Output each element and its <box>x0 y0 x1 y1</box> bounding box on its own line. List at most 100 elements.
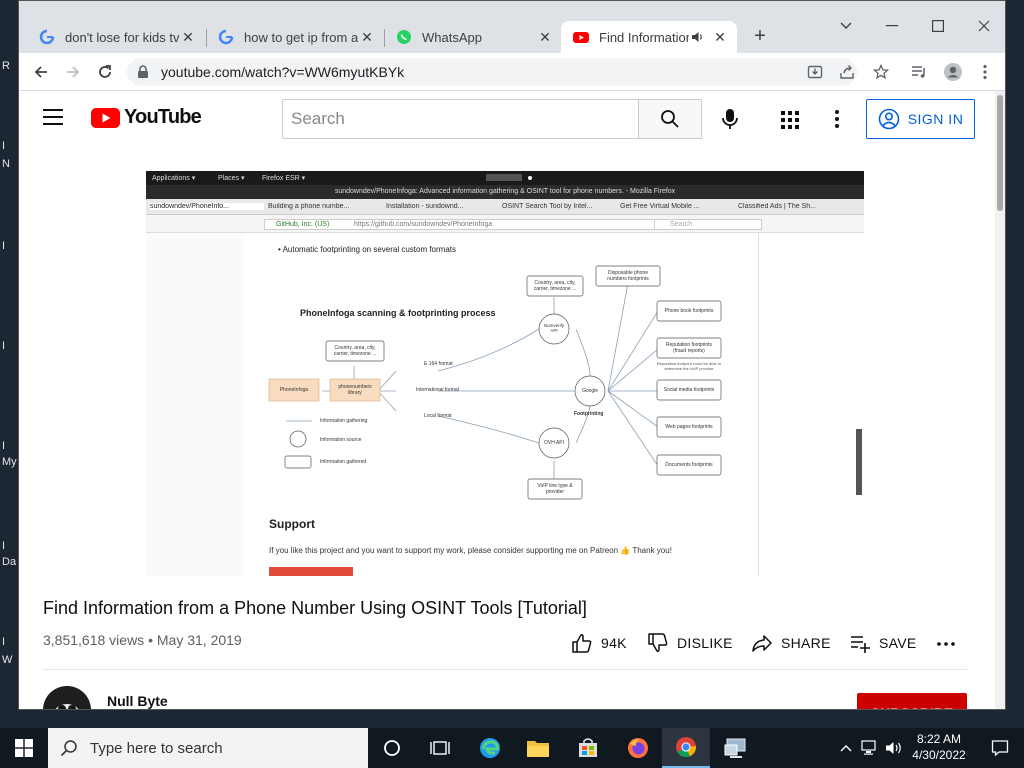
desktop-icon-label[interactable]: I <box>2 340 5 352</box>
desktop-icon-label[interactable]: W <box>2 654 12 666</box>
media-control-icon[interactable] <box>907 60 931 84</box>
meta-separator: • <box>148 632 153 648</box>
reload-button[interactable] <box>93 60 117 84</box>
back-button[interactable] <box>29 60 53 84</box>
maximize-button[interactable] <box>925 13 951 39</box>
tab-search-chevron-icon[interactable] <box>833 13 859 39</box>
hamburger-menu-icon[interactable] <box>43 109 65 130</box>
desktop-icon-label[interactable]: My <box>2 456 17 468</box>
desktop-icon-label[interactable]: I <box>2 540 5 552</box>
network-button[interactable] <box>858 728 882 768</box>
tab-find-information[interactable]: Find Information ✕ <box>561 21 737 53</box>
taskbar-file-explorer[interactable] <box>514 728 562 768</box>
page-scrollbar[interactable] <box>995 91 1005 709</box>
install-app-icon[interactable] <box>807 64 823 85</box>
youtube-icon <box>573 29 589 45</box>
video-node-google: Google <box>581 388 599 394</box>
firefox-icon <box>628 738 648 758</box>
desktop-icon-label[interactable]: I <box>2 140 5 152</box>
channel-avatar[interactable] <box>43 686 91 709</box>
bookmark-star-icon[interactable] <box>869 60 893 84</box>
video-node-numverify: Numverify API <box>543 323 565 333</box>
video-label-intl: International format <box>416 387 460 393</box>
share-button[interactable]: SHARE <box>751 632 831 654</box>
thumbs-up-icon <box>572 634 592 653</box>
tab-how-to-get-ip[interactable]: how to get ip from an ✕ <box>206 21 384 53</box>
taskbar-chrome[interactable] <box>662 728 710 768</box>
task-view-button[interactable] <box>416 728 464 768</box>
share-icon[interactable] <box>839 64 855 85</box>
taskbar-search-box[interactable]: Type here to search <box>48 728 368 768</box>
search-button[interactable] <box>638 99 702 139</box>
desktop-icon-label[interactable]: I <box>2 636 5 648</box>
video-node-country-top: Country, area, city, carrier, timezone .… <box>533 280 577 292</box>
subscribe-button[interactable]: SUBSCRIBE <box>857 693 967 709</box>
profile-avatar-icon[interactable] <box>941 60 965 84</box>
desktop-icon-label[interactable]: N <box>2 158 10 170</box>
new-tab-button[interactable]: + <box>747 23 773 49</box>
phoneinfoga-diagram <box>268 265 722 500</box>
search-icon <box>60 740 77 757</box>
close-tab-icon[interactable]: ✕ <box>358 28 376 46</box>
lock-icon[interactable] <box>137 65 149 84</box>
more-actions-button[interactable] <box>937 632 955 654</box>
youtube-logo[interactable]: YouTube <box>91 106 202 129</box>
close-tab-icon[interactable]: ✕ <box>179 28 197 46</box>
volume-button[interactable] <box>882 728 906 768</box>
chevron-up-icon <box>840 745 852 752</box>
speaker-icon[interactable] <box>689 28 707 46</box>
search-input[interactable] <box>282 99 639 139</box>
sign-in-label: SIGN IN <box>907 111 964 127</box>
dislike-button[interactable]: DISLIKE <box>647 632 733 654</box>
video-meta: 3,851,618 views • May 31, 2019 <box>43 632 242 648</box>
youtube-page: YouTube SIGN IN Applications ▾ Places ▾ … <box>19 91 997 709</box>
store-bag-icon <box>579 738 597 757</box>
close-tab-icon[interactable]: ✕ <box>536 28 554 46</box>
apps-grid-icon[interactable] <box>781 111 799 134</box>
video-legend-item: Information gathering <box>320 418 368 424</box>
video-diagram-title: PhoneInfoga scanning & footprinting proc… <box>300 308 496 318</box>
taskbar-firefox[interactable] <box>614 728 662 768</box>
minimize-button[interactable] <box>879 13 905 39</box>
desktop-icon-label[interactable]: Da <box>2 556 16 568</box>
tab-strip: don't lose for kids tv ✕ how to get ip f… <box>19 1 1005 53</box>
close-tab-icon[interactable]: ✕ <box>711 28 729 46</box>
tab-whatsapp[interactable]: WhatsApp ✕ <box>384 21 562 53</box>
microphone-icon <box>722 109 738 129</box>
video-label-footprinting: Footprinting <box>574 411 604 417</box>
video-player[interactable]: Applications ▾ Places ▾ Firefox ESR ▾ su… <box>146 171 864 576</box>
dislike-label: DISLIKE <box>677 635 733 651</box>
more-horizontal-icon <box>937 642 955 646</box>
sign-in-button[interactable]: SIGN IN <box>866 99 975 139</box>
taskbar-store[interactable] <box>564 728 612 768</box>
close-window-button[interactable] <box>971 13 997 39</box>
voice-search-button[interactable] <box>719 107 741 136</box>
save-button[interactable]: SAVE <box>849 632 917 654</box>
settings-more-icon[interactable] <box>835 110 839 133</box>
taskbar-edge[interactable] <box>466 728 514 768</box>
tab-title: how to get ip from an <box>244 29 358 45</box>
taskbar-remote-app[interactable] <box>712 728 760 768</box>
cortana-button[interactable] <box>368 728 416 768</box>
action-center-button[interactable] <box>976 728 1024 768</box>
network-icon <box>861 740 876 755</box>
address-bar[interactable]: youtube.com/watch?v=WW6myutKBYk <box>127 58 857 86</box>
desktop-icon-label[interactable]: I <box>2 240 5 252</box>
channel-name[interactable]: Null Byte <box>107 693 168 709</box>
scrollbar-thumb[interactable] <box>997 95 1003 211</box>
start-button[interactable] <box>0 728 48 768</box>
tab-dont-lose-for-kids[interactable]: don't lose for kids tv ✕ <box>27 21 205 53</box>
like-button[interactable]: 94K <box>571 632 627 654</box>
chrome-window: don't lose for kids tv ✕ how to get ip f… <box>18 0 1006 710</box>
desktop-icon-label[interactable]: R <box>2 60 10 72</box>
video-node-phonebook: Phone book footprints <box>664 308 714 314</box>
video-support-text: If you like this project and you want to… <box>269 546 672 555</box>
task-view-icon <box>430 741 450 755</box>
show-hidden-icons-button[interactable] <box>836 728 856 768</box>
chrome-menu-icon[interactable] <box>973 60 997 84</box>
tab-title: don't lose for kids tv <box>65 29 179 45</box>
desktop-icon-label[interactable]: I <box>2 440 5 452</box>
forward-button[interactable] <box>61 60 85 84</box>
taskbar-clock[interactable]: 8:22 AM 4/30/2022 <box>906 731 972 763</box>
video-node-documents: Documents footprints <box>665 462 713 468</box>
